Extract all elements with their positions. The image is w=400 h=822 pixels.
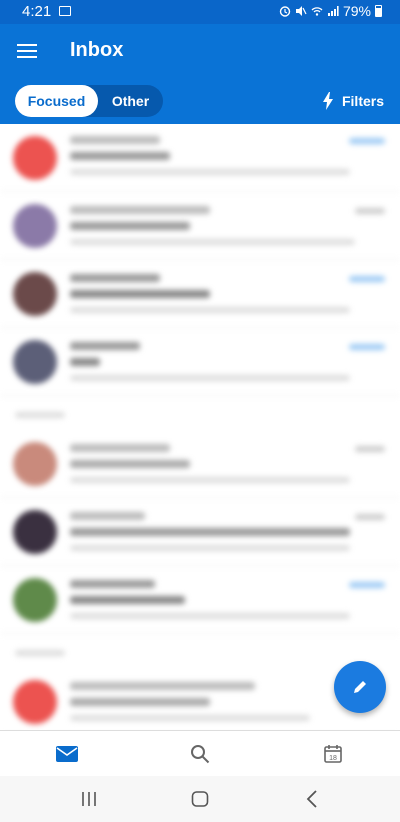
alarm-icon (279, 6, 291, 17)
message-list[interactable] (0, 124, 400, 730)
page-title: Inbox (70, 39, 124, 61)
status-icons: 79% (279, 3, 382, 19)
signal-icon (327, 6, 339, 16)
status-time: 4:21 (22, 3, 52, 20)
back-button[interactable] (305, 790, 319, 813)
avatar (13, 272, 57, 316)
bottom-nav: 18 (0, 730, 400, 776)
inbox-tabs: Focused Other (15, 85, 163, 117)
avatar (13, 204, 57, 248)
tab-other[interactable]: Other (98, 85, 163, 117)
recent-apps-button[interactable] (80, 791, 98, 812)
nav-calendar[interactable]: 18 (321, 742, 345, 766)
battery-percent: 79% (342, 3, 371, 19)
list-item[interactable] (0, 328, 400, 396)
avatar (13, 510, 57, 554)
calendar-day: 18 (329, 755, 337, 762)
recent-apps-icon (82, 792, 96, 806)
list-item[interactable] (0, 566, 400, 634)
search-icon (191, 745, 210, 764)
system-nav-bar (0, 776, 400, 822)
home-button[interactable] (191, 791, 209, 812)
list-item[interactable] (0, 192, 400, 260)
nav-mail[interactable] (55, 742, 79, 766)
wifi-icon (311, 7, 323, 16)
hamburger-icon[interactable] (17, 42, 37, 58)
status-bar: 4:21 79% (0, 0, 400, 24)
avatar (13, 442, 57, 486)
nav-search[interactable] (188, 742, 212, 766)
mute-icon (295, 6, 307, 16)
avatar (13, 680, 57, 724)
filters-button[interactable]: Filters (322, 92, 384, 110)
app-bar: Inbox Focused Other Filters (0, 24, 400, 124)
filters-label: Filters (341, 93, 384, 109)
tab-focused[interactable]: Focused (15, 85, 98, 117)
lightning-icon (322, 92, 333, 110)
gallery-notification-icon (59, 6, 71, 16)
avatar (13, 578, 57, 622)
section-header (15, 412, 65, 418)
home-icon (191, 791, 209, 807)
mail-icon (56, 746, 78, 762)
compose-button[interactable] (334, 661, 386, 713)
calendar-icon: 18 (324, 745, 342, 763)
list-item[interactable] (0, 430, 400, 498)
list-item[interactable] (0, 498, 400, 566)
list-item[interactable] (0, 260, 400, 328)
avatar (13, 136, 57, 180)
avatar (13, 340, 57, 384)
compose-icon (354, 681, 366, 693)
list-item[interactable] (0, 124, 400, 192)
battery-icon (375, 5, 382, 17)
section-header (15, 650, 65, 656)
back-icon (306, 790, 317, 808)
